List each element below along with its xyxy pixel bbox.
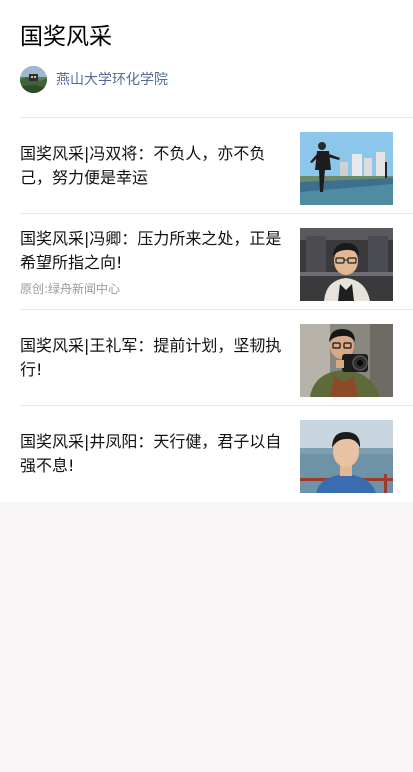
article-title[interactable]: 国奖风采|冯双将：不负人，亦不负己，努力便是幸运 — [20, 142, 288, 190]
list-item[interactable]: 国奖风采|王礼军：提前计划，坚韧执行! — [20, 310, 413, 406]
account-name[interactable]: 燕山大学环化学院 — [56, 69, 168, 89]
account-row[interactable]: 燕山大学环化学院 — [20, 65, 393, 93]
article-thumbnail[interactable] — [300, 132, 393, 205]
album-page: 国奖风采 燕山大学环化学院 国奖风采|冯双将：不负人，亦不负己，努力便是幸运 国… — [0, 0, 413, 502]
portrait-glasses-image — [300, 228, 393, 301]
article-list: 国奖风采|冯双将：不负人，亦不负己，努力便是幸运 国奖风采|冯卿：压力所来之处，… — [0, 118, 413, 502]
article-thumbnail[interactable] — [300, 228, 393, 301]
article-thumbnail[interactable] — [300, 420, 393, 493]
article-title[interactable]: 国奖风采|王礼军：提前计划，坚韧执行! — [20, 334, 288, 382]
article-title[interactable]: 国奖风采|井凤阳：天行健，君子以自强不息! — [20, 430, 288, 478]
avatar[interactable] — [20, 65, 47, 93]
portrait-seaside-image — [300, 420, 393, 493]
article-source: 原创:绿舟新闻中心 — [20, 281, 121, 296]
article-title[interactable]: 国奖风采|冯卿：压力所来之处，正是希望所指之向! — [20, 227, 288, 275]
page-title: 国奖风采 — [20, 24, 112, 50]
article-thumbnail[interactable] — [300, 324, 393, 397]
list-item[interactable]: 国奖风采|冯卿：压力所来之处，正是希望所指之向! 原创:绿舟新闻中心 — [20, 214, 413, 310]
article-text: 国奖风采|井凤阳：天行健，君子以自强不息! — [20, 406, 288, 501]
person-with-camera-image — [300, 324, 393, 397]
album-header: 国奖风采 燕山大学环化学院 — [0, 0, 413, 96]
person-outdoor-pose-image — [300, 132, 393, 205]
list-item[interactable]: 国奖风采|冯双将：不负人，亦不负己，努力便是幸运 — [20, 118, 413, 214]
article-text: 国奖风采|冯双将：不负人，亦不负己，努力便是幸运 — [20, 118, 288, 213]
article-text: 国奖风采|王礼军：提前计划，坚韧执行! — [20, 310, 288, 405]
list-item[interactable]: 国奖风采|井凤阳：天行健，君子以自强不息! — [20, 406, 413, 502]
article-text: 国奖风采|冯卿：压力所来之处，正是希望所指之向! 原创:绿舟新闻中心 — [20, 214, 288, 309]
campus-avatar-icon — [20, 65, 47, 93]
